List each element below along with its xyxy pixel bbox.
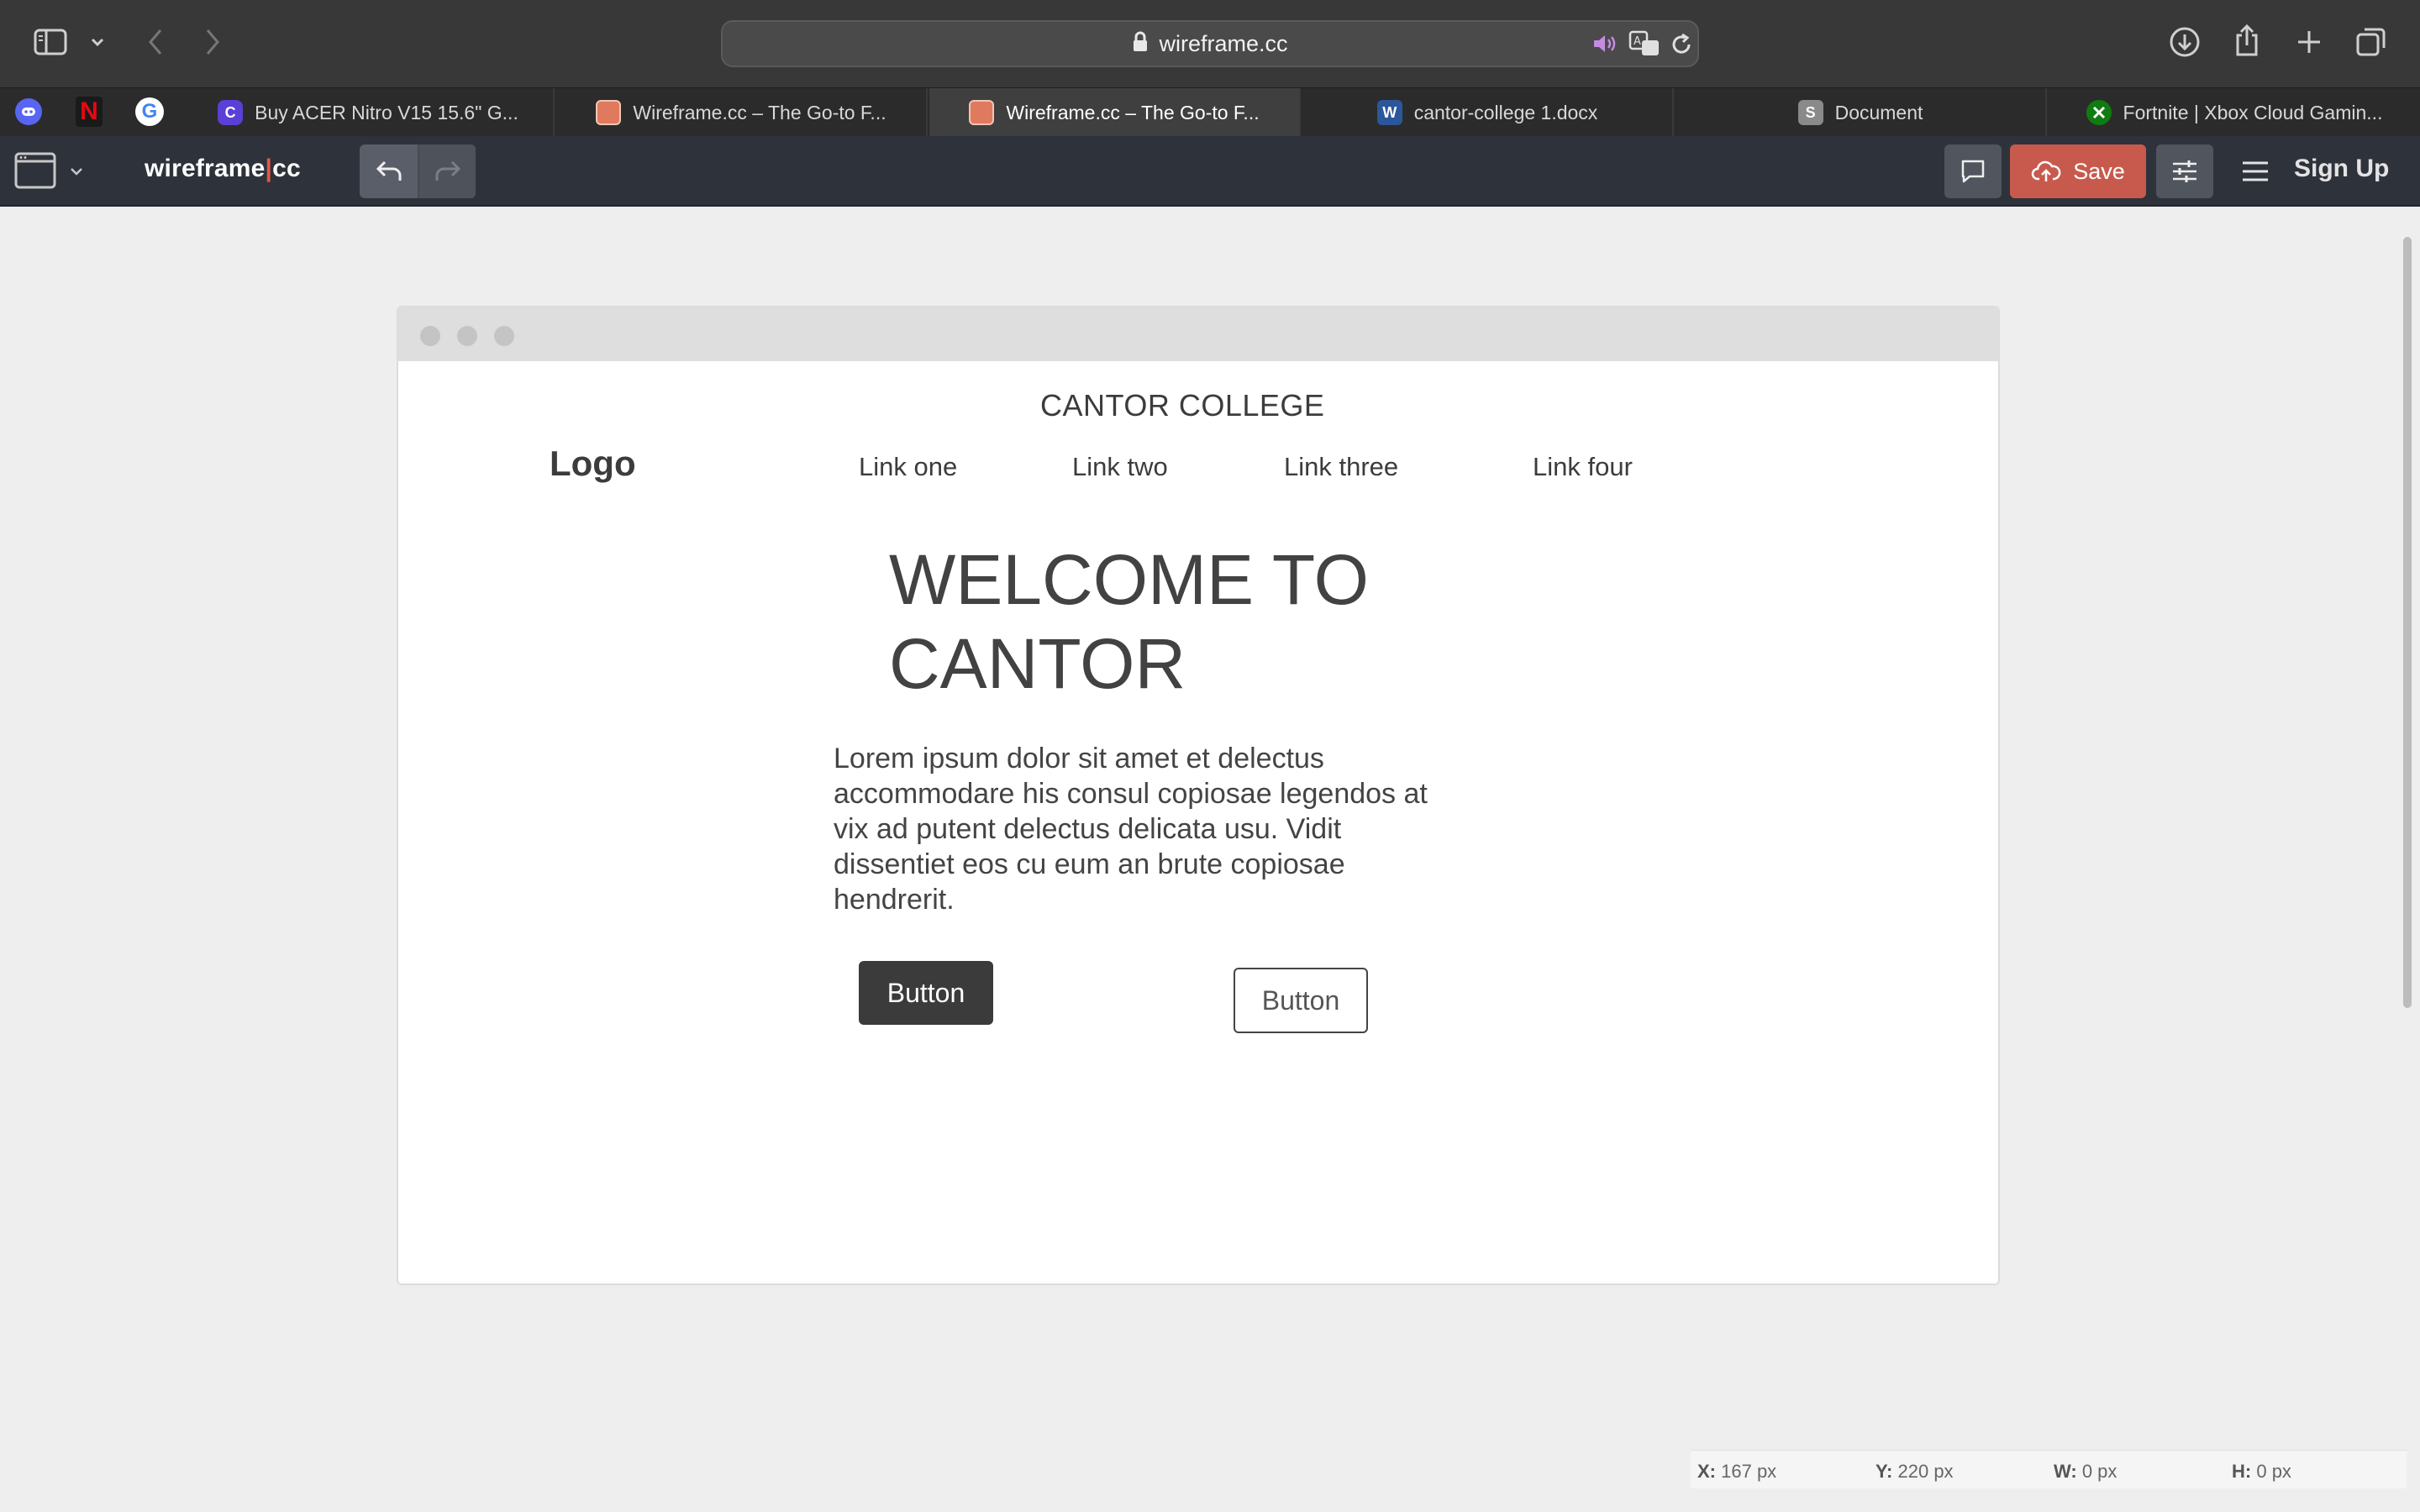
speaker-icon[interactable] — [1591, 32, 1618, 60]
back-icon[interactable] — [141, 25, 170, 59]
width-readout: W: 0 px — [2054, 1461, 2117, 1483]
pinned-tab-discord[interactable] — [12, 95, 45, 129]
discord-icon — [15, 98, 42, 125]
chevron-down-icon[interactable] — [87, 32, 108, 52]
y-label: Y: — [1876, 1461, 1893, 1482]
tab-label: Document — [1834, 101, 1923, 123]
google-icon: G — [135, 97, 164, 126]
tab-document[interactable]: S Document — [1676, 88, 2047, 137]
w-label: W: — [2054, 1461, 2077, 1482]
window-dot-icon — [457, 326, 477, 346]
tab-wireframe-1[interactable]: Wireframe.cc – The Go-to F... — [556, 88, 928, 137]
tab-label: cantor-college 1.docx — [1413, 101, 1598, 123]
x-label: X: — [1697, 1461, 1716, 1482]
secondary-button[interactable]: Button — [1234, 968, 1368, 1033]
hero-heading-line: CANTOR — [889, 624, 1186, 703]
address-bar[interactable]: wireframe.cc A — [721, 20, 1699, 67]
browser-toolbar: wireframe.cc A — [0, 0, 2420, 87]
save-button[interactable]: Save — [2010, 144, 2146, 198]
chevron-down-icon[interactable] — [67, 163, 86, 180]
word-favicon-icon: W — [1376, 100, 1402, 125]
site-title[interactable]: CANTOR COLLEGE — [1040, 388, 1324, 423]
vertical-scrollbar[interactable] — [2403, 237, 2412, 1008]
tab-acer-nitro[interactable]: C Buy ACER Nitro V15 15.6" G... — [183, 88, 555, 137]
tab-label: Buy ACER Nitro V15 15.6" G... — [255, 101, 518, 123]
brand-separator: | — [265, 155, 273, 182]
forward-icon[interactable] — [198, 25, 227, 59]
wireframe-favicon-icon — [969, 100, 995, 125]
pinned-tab-netflix[interactable]: N — [72, 95, 106, 129]
primary-button[interactable]: Button — [859, 961, 993, 1025]
tab-overview-icon[interactable] — [2354, 25, 2388, 59]
settings-button[interactable] — [2156, 144, 2213, 198]
tab-bar: N G C Buy ACER Nitro V15 15.6" G... Wire… — [0, 87, 2420, 137]
hero-heading[interactable]: WELCOME TO CANTOR — [889, 538, 1444, 706]
menu-icon[interactable] — [2238, 155, 2272, 188]
y-coordinate: Y: 220 px — [1876, 1461, 1954, 1483]
nav-link-one[interactable]: Link one — [859, 452, 957, 482]
sidebar-toggle-icon[interactable] — [32, 27, 69, 57]
x-coordinate: X: 167 px — [1697, 1461, 1776, 1483]
logo-placeholder[interactable]: Logo — [550, 444, 636, 484]
window-dot-icon — [494, 326, 514, 346]
w-value: 0 px — [2081, 1461, 2118, 1482]
window-dot-icon — [420, 326, 440, 346]
svg-text:A: A — [1634, 35, 1641, 48]
lock-icon — [1132, 31, 1149, 57]
share-icon[interactable] — [2230, 22, 2264, 59]
undo-button[interactable] — [360, 144, 418, 198]
nav-link-two[interactable]: Link two — [1072, 452, 1168, 482]
document-favicon-icon: S — [1797, 100, 1823, 125]
hero-heading-line: WELCOME TO — [889, 540, 1369, 619]
translate-icon[interactable]: A — [1628, 30, 1662, 61]
canva-favicon-icon: C — [218, 100, 244, 125]
h-label: H: — [2232, 1461, 2252, 1482]
comments-button[interactable] — [1944, 144, 2002, 198]
tab-wireframe-2[interactable]: Wireframe.cc – The Go-to F... — [929, 88, 1301, 137]
wireframe-favicon-icon — [596, 100, 622, 125]
coordinates-status-bar: X: 167 px Y: 220 px W: 0 px H: 0 px — [1691, 1450, 2407, 1488]
brand-text: cc — [272, 155, 301, 182]
app-logo[interactable]: wireframe|cc — [145, 155, 301, 183]
brand-text: wireframe — [145, 155, 266, 182]
nav-link-four[interactable]: Link four — [1533, 452, 1633, 482]
sign-up-link[interactable]: Sign Up — [2294, 155, 2389, 183]
history-controls — [360, 144, 476, 198]
frame-type-icon[interactable] — [13, 150, 57, 192]
undo-icon — [376, 160, 401, 181]
url-text: wireframe.cc — [1159, 30, 1288, 56]
tab-label: Wireframe.cc – The Go-to F... — [1006, 101, 1260, 123]
cloud-upload-icon — [2031, 160, 2061, 181]
h-value: 0 px — [2256, 1461, 2291, 1482]
comment-icon — [1961, 160, 1985, 183]
x-value: 167 px — [1721, 1461, 1777, 1482]
hero-paragraph[interactable]: Lorem ipsum dolor sit amet et delectus a… — [834, 741, 1455, 917]
reload-icon[interactable] — [1669, 32, 1694, 61]
sliders-icon — [2173, 160, 2196, 182]
tab-label: Fortnite | Xbox Cloud Gamin... — [2123, 101, 2383, 123]
redo-button[interactable] — [418, 144, 476, 198]
wireframe-app-toolbar: wireframe|cc Save Sign Up — [0, 136, 2420, 207]
save-label: Save — [2073, 158, 2125, 184]
nav-link-three[interactable]: Link three — [1284, 452, 1398, 482]
netflix-icon: N — [76, 97, 103, 127]
tab-label: Wireframe.cc – The Go-to F... — [633, 101, 886, 123]
pinned-tab-google[interactable]: G — [133, 95, 166, 129]
tab-fortnite-xbox[interactable]: Fortnite | Xbox Cloud Gamin... — [2049, 88, 2420, 137]
redo-icon — [435, 160, 460, 181]
download-icon[interactable] — [2168, 25, 2202, 59]
height-readout: H: 0 px — [2232, 1461, 2291, 1483]
y-value: 220 px — [1897, 1461, 1954, 1482]
frame-header — [398, 307, 1998, 361]
tab-cantor-college-docx[interactable]: W cantor-college 1.docx — [1302, 88, 1674, 137]
new-tab-icon[interactable] — [2292, 25, 2326, 59]
xbox-favicon-icon — [2086, 100, 2112, 125]
